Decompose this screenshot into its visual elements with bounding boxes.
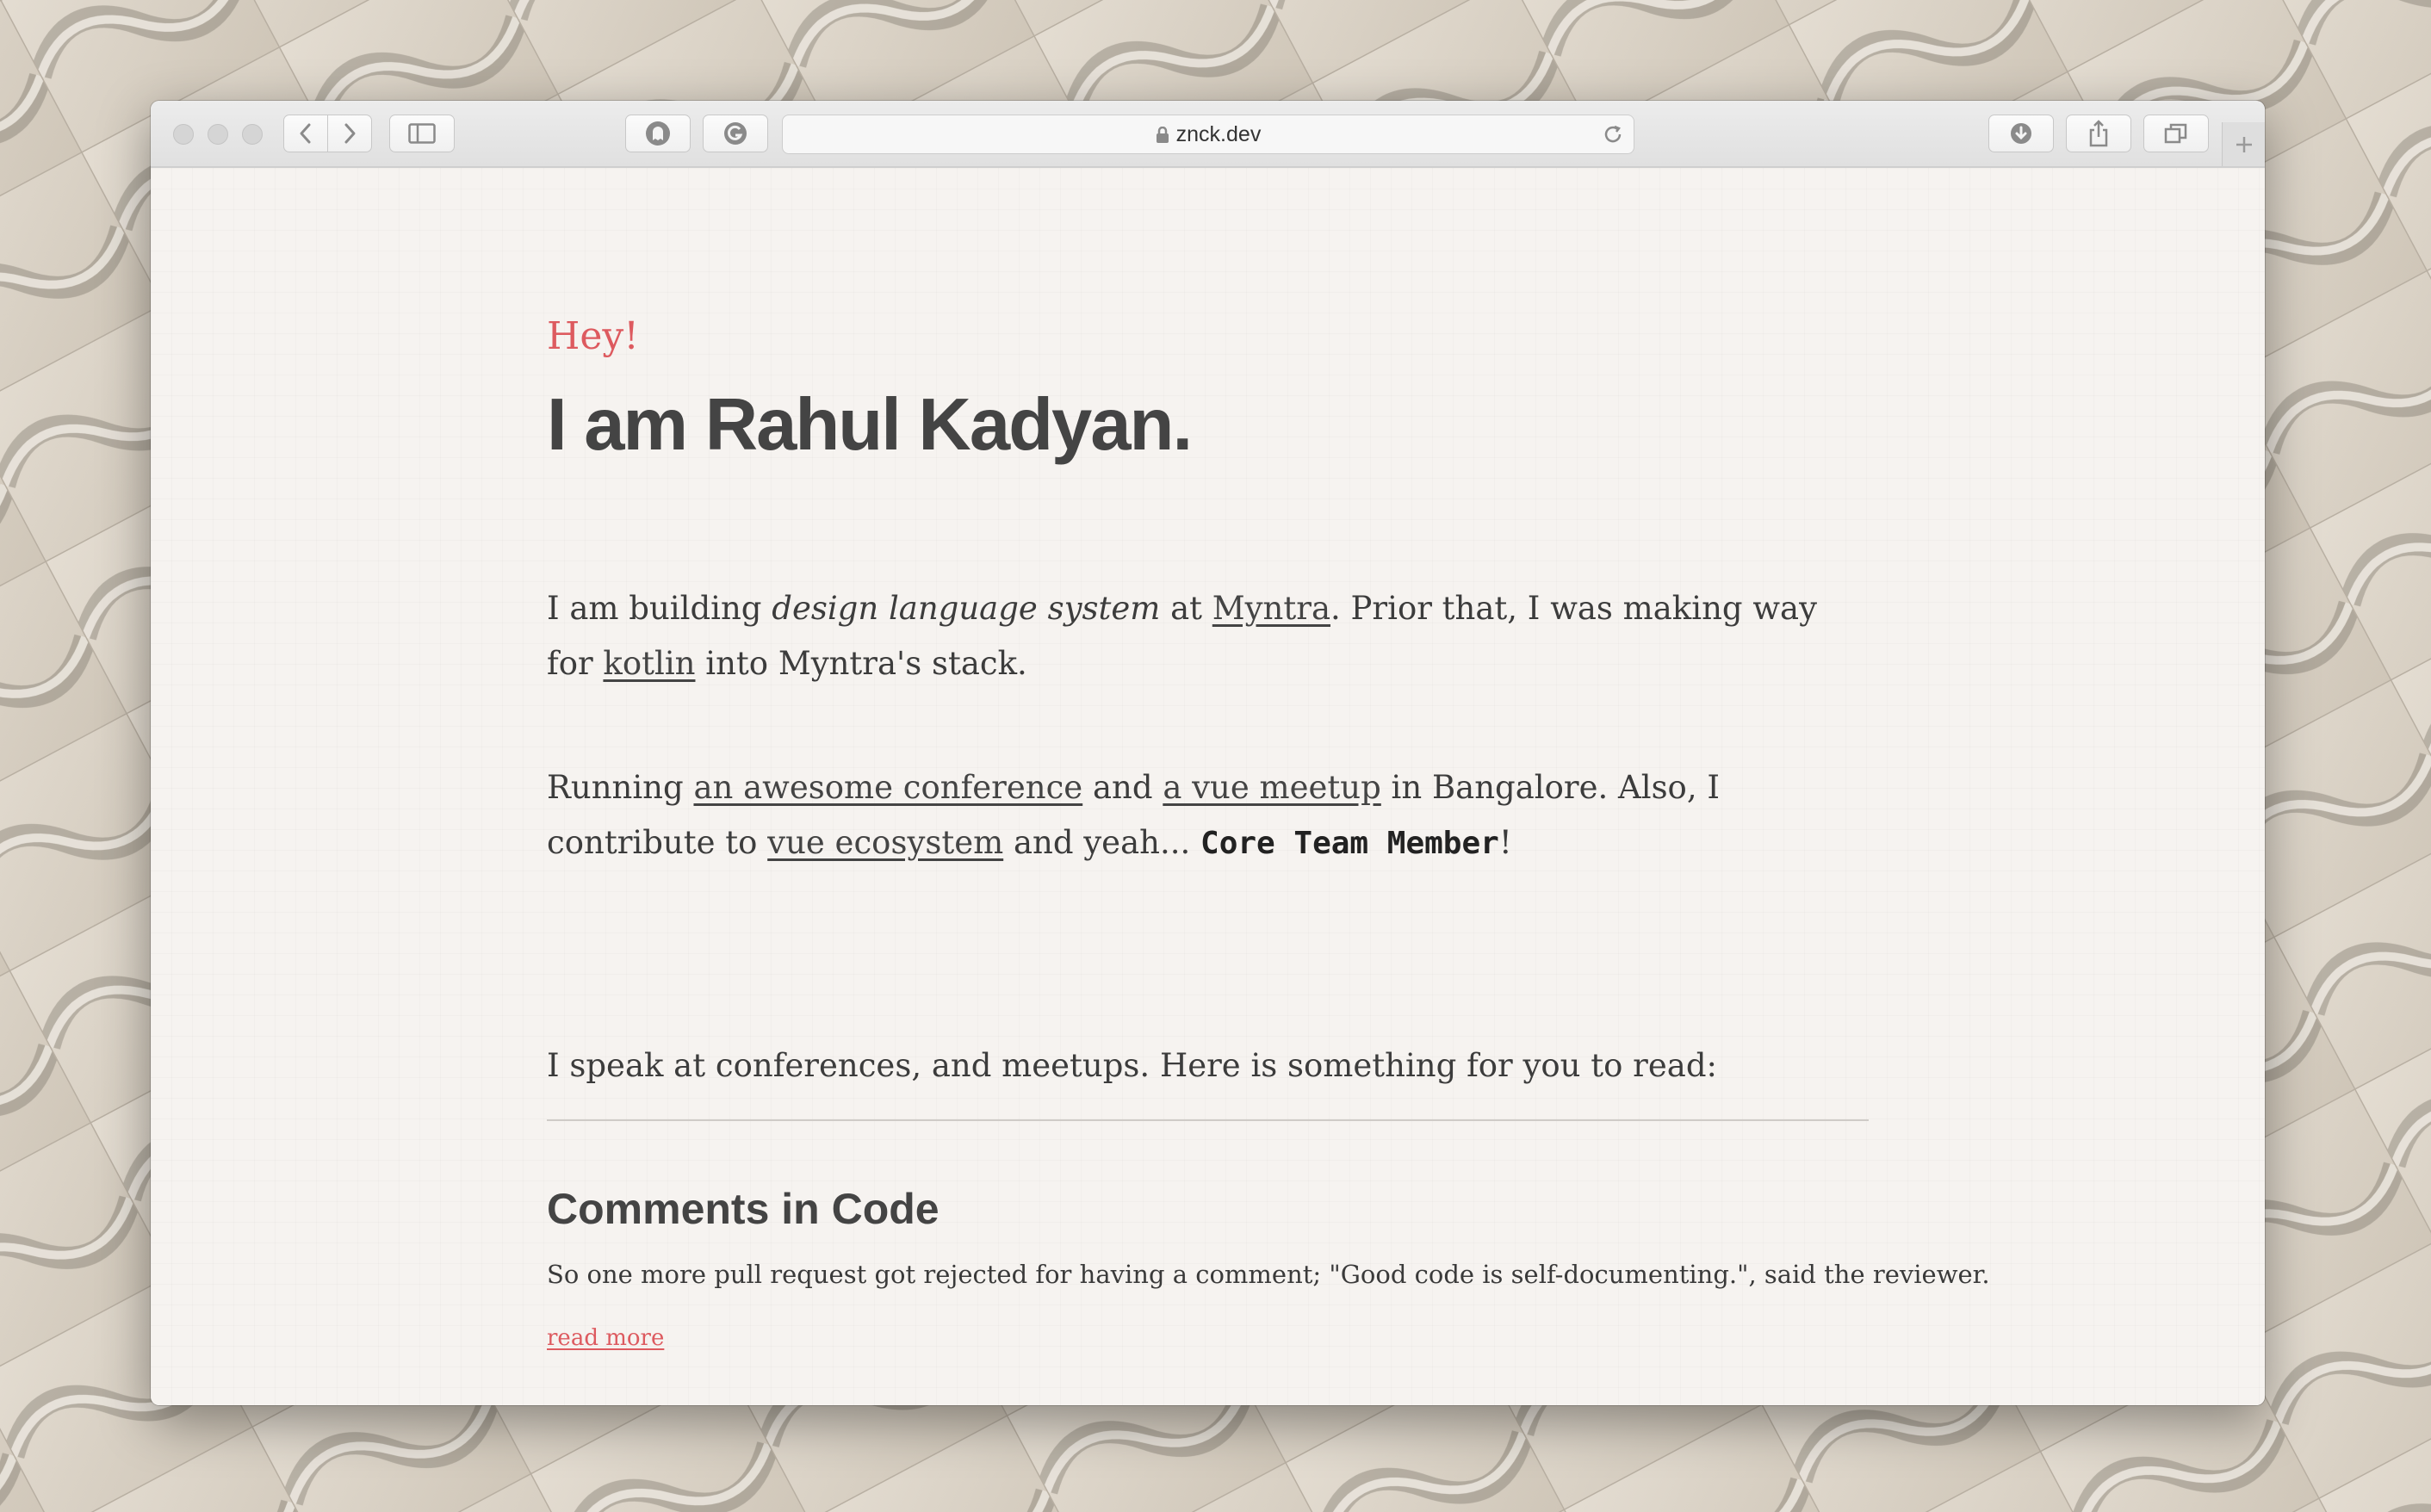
core-team-badge: Core Team Member xyxy=(1200,826,1499,861)
downloads-button[interactable] xyxy=(1988,115,2054,152)
back-icon xyxy=(300,123,311,144)
show-tabs-button[interactable] xyxy=(2143,115,2209,152)
community-text: Running xyxy=(547,769,694,806)
back-button[interactable] xyxy=(283,115,328,152)
kotlin-link[interactable]: kotlin xyxy=(603,645,695,682)
conference-link[interactable]: an awesome conference xyxy=(693,769,1082,806)
forward-button[interactable] xyxy=(327,115,372,152)
section-divider xyxy=(547,1119,1869,1121)
tabs-icon xyxy=(2164,123,2187,144)
community-paragraph: Running an awesome conference and a vue … xyxy=(547,760,1869,871)
lock-icon xyxy=(1156,127,1169,144)
share-button[interactable] xyxy=(2066,115,2131,152)
intro-emphasis: design language system xyxy=(772,590,1161,627)
intro-text: at xyxy=(1160,590,1212,627)
url-text: znck.dev xyxy=(1175,122,1262,146)
address-bar[interactable]: znck.dev xyxy=(782,115,1634,154)
page-title: I am Rahul Kadyan. xyxy=(547,384,1193,466)
share-icon xyxy=(2089,120,2108,147)
sidebar-icon xyxy=(408,123,436,144)
community-text: ! xyxy=(1498,824,1512,861)
browser-toolbar: znck.dev xyxy=(151,101,2265,168)
zoom-window-button[interactable] xyxy=(242,124,263,145)
ghostery-icon xyxy=(646,121,670,146)
greeting-text: Hey! xyxy=(547,314,639,358)
intro-paragraph: I am building design language system at … xyxy=(547,581,1869,691)
speaking-paragraph: I speak at conferences, and meetups. Her… xyxy=(547,1047,1717,1084)
forward-icon xyxy=(344,123,356,144)
post-title[interactable]: Comments in Code xyxy=(547,1184,940,1234)
sidebar-button[interactable] xyxy=(389,115,455,152)
reload-icon[interactable] xyxy=(1603,124,1623,145)
new-tab-button[interactable] xyxy=(2222,122,2265,166)
myntra-link[interactable]: Myntra xyxy=(1212,590,1330,627)
download-icon xyxy=(2011,123,2031,144)
grammarly-icon xyxy=(724,122,747,145)
close-window-button[interactable] xyxy=(173,124,194,145)
vue-ecosystem-link[interactable]: vue ecosystem xyxy=(767,824,1003,861)
grammarly-extension-button[interactable] xyxy=(703,115,768,152)
intro-text: I am building xyxy=(547,590,772,627)
ghostery-extension-button[interactable] xyxy=(625,115,691,152)
community-text: and xyxy=(1082,769,1163,806)
plus-icon xyxy=(2236,136,2252,152)
post-excerpt: So one more pull request got rejected fo… xyxy=(547,1260,1990,1289)
page-content: Hey! I am Rahul Kadyan. I am building de… xyxy=(151,168,2265,1405)
intro-text: into Myntra's stack. xyxy=(695,645,1027,682)
minimize-window-button[interactable] xyxy=(208,124,228,145)
community-text: and yeah... xyxy=(1003,824,1201,861)
browser-window: znck.dev Hey! I am Rahul Kadyan. I am bu… xyxy=(151,101,2265,1405)
vue-meetup-link[interactable]: a vue meetup xyxy=(1163,769,1380,806)
read-more-link[interactable]: read more xyxy=(547,1325,664,1351)
